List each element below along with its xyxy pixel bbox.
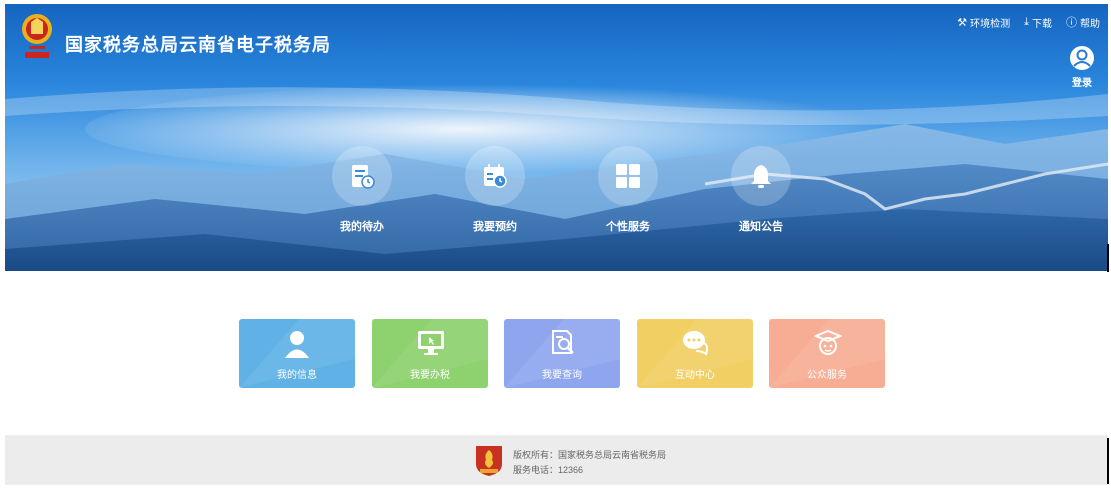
login-button[interactable]: 登录 bbox=[1068, 46, 1096, 89]
download-link[interactable]: ⤓ 下载 bbox=[1024, 14, 1052, 30]
user-icon bbox=[285, 331, 309, 358]
menu-personal-service-label: 个性服务 bbox=[606, 221, 650, 233]
help-label: 帮助 bbox=[1080, 18, 1100, 30]
login-label: 登录 bbox=[1072, 78, 1092, 89]
header-banner: 国家税务总局云南省电子税务局 ⚒ 环境检测 ⤓ 下载 ⓘ 帮助 登录 我的待办 … bbox=[5, 4, 1108, 271]
download-label: 下载 bbox=[1032, 18, 1052, 30]
calendar-icon bbox=[465, 146, 525, 206]
tax-shield-emblem bbox=[476, 446, 502, 476]
menu-notice-label: 通知公告 bbox=[739, 221, 783, 233]
menu-notice[interactable]: 通知公告 bbox=[729, 146, 793, 234]
menu-my-todo-label: 我的待办 bbox=[340, 221, 384, 233]
graduate-icon bbox=[814, 329, 842, 355]
copyright-text: 版权所有：国家税务总局云南省税务局 bbox=[513, 450, 667, 460]
menu-appointment[interactable]: 我要预约 bbox=[463, 146, 527, 234]
download-icon: ⤓ bbox=[1024, 15, 1029, 28]
chat-icon bbox=[683, 331, 709, 356]
service-phone-text: 服务电话：12366 bbox=[513, 465, 584, 475]
environment-check-label: 环境检测 bbox=[970, 18, 1011, 30]
menu-my-todo[interactable]: 我的待办 bbox=[330, 146, 394, 234]
search-doc-icon bbox=[552, 330, 574, 354]
card-query[interactable]: 我要查询 bbox=[504, 319, 620, 388]
menu-personal-service[interactable]: 个性服务 bbox=[596, 146, 660, 234]
card-interaction-center-label: 互动中心 bbox=[675, 370, 715, 381]
footer: 版权所有：国家税务总局云南省税务局 服务电话：12366 bbox=[5, 435, 1108, 485]
card-tax-handling-label: 我要办税 bbox=[410, 370, 450, 381]
card-query-label: 我要查询 bbox=[542, 370, 582, 381]
card-public-service-label: 公众服务 bbox=[807, 370, 847, 381]
card-public-service[interactable]: 公众服务 bbox=[769, 319, 885, 388]
monitor-icon bbox=[418, 331, 444, 355]
user-avatar-icon bbox=[1070, 46, 1094, 70]
bell-icon bbox=[731, 146, 791, 206]
menu-appointment-label: 我要预约 bbox=[473, 221, 517, 233]
grid-icon bbox=[598, 146, 658, 206]
environment-check-link[interactable]: ⚒ 环境检测 bbox=[957, 14, 1010, 30]
wrench-icon: ⚒ bbox=[957, 16, 968, 29]
scroll-edge-marker-bottom bbox=[1107, 438, 1109, 484]
scroll-edge-marker bbox=[1107, 244, 1109, 272]
tax-emblem-logo bbox=[22, 14, 52, 58]
help-link[interactable]: ⓘ 帮助 bbox=[1066, 14, 1100, 30]
site-title: 国家税务总局云南省电子税务局 bbox=[65, 35, 331, 55]
help-icon: ⓘ bbox=[1066, 17, 1077, 29]
card-my-info[interactable]: 我的信息 bbox=[239, 319, 355, 388]
todo-icon bbox=[332, 146, 392, 206]
top-links: ⚒ 环境检测 ⤓ 下载 ⓘ 帮助 bbox=[957, 14, 1100, 30]
card-tax-handling[interactable]: 我要办税 bbox=[372, 319, 488, 388]
card-interaction-center[interactable]: 互动中心 bbox=[637, 319, 753, 388]
card-my-info-label: 我的信息 bbox=[277, 370, 317, 381]
